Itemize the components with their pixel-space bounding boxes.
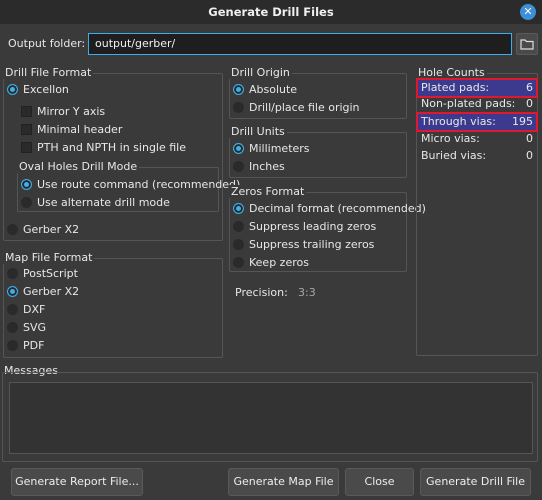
close-icon[interactable]: ✕ xyxy=(520,4,536,20)
mirror-y-label: Mirror Y axis xyxy=(37,104,106,118)
through-vias-row: Through vias: 195 xyxy=(416,112,538,132)
radio-indicator xyxy=(233,256,244,268)
map-dxf-radio[interactable]: DXF xyxy=(7,300,45,318)
radio-indicator xyxy=(21,196,32,208)
buried-vias-label: Buried vias: xyxy=(421,149,487,162)
radio-indicator xyxy=(233,238,244,250)
keep-zeros-label: Keep zeros xyxy=(249,255,309,269)
drill-file-format-group xyxy=(3,73,223,241)
map-postscript-label: PostScript xyxy=(23,266,78,280)
mirror-y-checkbox[interactable]: Mirror Y axis xyxy=(21,102,105,120)
absolute-origin-radio[interactable]: Absolute xyxy=(233,80,297,98)
buried-vias-row: Buried vias: 0 xyxy=(418,148,536,164)
pth-npth-checkbox[interactable]: PTH and NPTH in single file xyxy=(21,138,186,156)
pth-npth-label: PTH and NPTH in single file xyxy=(37,140,186,154)
map-svg-label: SVG xyxy=(23,320,47,334)
radio-indicator xyxy=(233,101,244,113)
precision-value: 3:3 xyxy=(298,286,316,299)
close-button[interactable]: Close xyxy=(345,468,414,496)
map-svg-radio[interactable]: SVG xyxy=(7,318,46,336)
route-command-label: Use route command (recommended) xyxy=(37,177,241,191)
output-folder-label: Output folder: xyxy=(8,37,86,50)
place-origin-label: Drill/place file origin xyxy=(249,100,360,114)
radio-indicator xyxy=(233,83,244,95)
plated-pads-label: Plated pads: xyxy=(421,81,490,94)
through-vias-value: 195 xyxy=(512,115,533,128)
radio-indicator xyxy=(7,223,18,235)
checkbox-indicator xyxy=(21,105,32,117)
excellon-radio[interactable]: Excellon xyxy=(7,80,69,98)
keep-zeros-radio[interactable]: Keep zeros xyxy=(233,253,309,271)
map-gerber-x2-radio[interactable]: Gerber X2 xyxy=(7,282,79,300)
suppress-leading-label: Suppress leading zeros xyxy=(249,219,377,233)
suppress-trailing-radio[interactable]: Suppress trailing zeros xyxy=(233,235,374,253)
plated-pads-value: 6 xyxy=(526,81,533,94)
minimal-header-checkbox[interactable]: Minimal header xyxy=(21,120,122,138)
precision-label: Precision: xyxy=(235,286,288,299)
micro-vias-row: Micro vias: 0 xyxy=(418,131,536,147)
radio-indicator xyxy=(7,83,18,95)
radio-indicator xyxy=(233,202,244,214)
radio-indicator xyxy=(233,142,244,154)
folder-icon xyxy=(520,39,534,50)
drill-file-format-title: Drill File Format xyxy=(3,66,94,79)
buried-vias-value: 0 xyxy=(526,149,533,162)
radio-indicator xyxy=(7,285,18,297)
drill-units-title: Drill Units xyxy=(229,125,287,138)
map-gerber-x2-label: Gerber X2 xyxy=(23,284,80,298)
map-pdf-label: PDF xyxy=(23,338,45,352)
alternate-drill-label: Use alternate drill mode xyxy=(37,195,170,209)
decimal-format-radio[interactable]: Decimal format (recommended) xyxy=(233,199,426,217)
through-vias-label: Through vias: xyxy=(421,115,496,128)
messages-panel[interactable] xyxy=(9,382,533,454)
generate-report-button[interactable]: Generate Report File... xyxy=(11,468,143,496)
non-plated-pads-label: Non-plated pads: xyxy=(421,97,516,110)
plated-pads-row: Plated pads: 6 xyxy=(416,78,538,98)
window-title: Generate Drill Files xyxy=(208,5,334,19)
radio-indicator xyxy=(7,339,18,351)
non-plated-pads-value: 0 xyxy=(526,97,533,110)
millimeters-radio[interactable]: Millimeters xyxy=(233,139,310,157)
generate-map-button[interactable]: Generate Map File xyxy=(228,468,339,496)
radio-indicator xyxy=(233,220,244,232)
decimal-format-label: Decimal format (recommended) xyxy=(249,201,426,215)
suppress-leading-radio[interactable]: Suppress leading zeros xyxy=(233,217,376,235)
suppress-trailing-label: Suppress trailing zeros xyxy=(249,237,375,251)
checkbox-indicator xyxy=(21,141,32,153)
map-dxf-label: DXF xyxy=(23,302,46,316)
route-command-radio[interactable]: Use route command (recommended) xyxy=(21,175,240,193)
browse-folder-button[interactable] xyxy=(516,33,538,55)
zeros-format-title: Zeros Format xyxy=(229,185,307,198)
radio-indicator xyxy=(7,321,18,333)
radio-indicator xyxy=(7,267,18,279)
map-file-format-title: Map File Format xyxy=(3,251,95,264)
non-plated-pads-row: Non-plated pads: 0 xyxy=(418,96,536,112)
inches-label: Inches xyxy=(249,159,285,173)
checkbox-indicator xyxy=(21,123,32,135)
gerber-x2-drill-radio[interactable]: Gerber X2 xyxy=(7,220,79,238)
radio-indicator xyxy=(7,303,18,315)
micro-vias-label: Micro vias: xyxy=(421,132,480,145)
oval-holes-title: Oval Holes Drill Mode xyxy=(17,160,140,173)
millimeters-label: Millimeters xyxy=(249,141,310,155)
alternate-drill-radio[interactable]: Use alternate drill mode xyxy=(21,193,170,211)
map-pdf-radio[interactable]: PDF xyxy=(7,336,44,354)
place-origin-radio[interactable]: Drill/place file origin xyxy=(233,98,360,116)
drill-origin-title: Drill Origin xyxy=(229,66,292,79)
generate-drill-button[interactable]: Generate Drill File xyxy=(420,468,531,496)
title-bar: Generate Drill Files xyxy=(0,0,542,24)
minimal-header-label: Minimal header xyxy=(37,122,123,136)
inches-radio[interactable]: Inches xyxy=(233,157,285,175)
output-folder-input[interactable]: output/gerber/ xyxy=(88,33,512,55)
map-postscript-radio[interactable]: PostScript xyxy=(7,264,78,282)
hole-counts-title: Hole Counts xyxy=(416,66,487,79)
gerber-x2-drill-label: Gerber X2 xyxy=(23,222,80,236)
absolute-origin-label: Absolute xyxy=(249,82,298,96)
radio-indicator xyxy=(233,160,244,172)
excellon-label: Excellon xyxy=(23,82,69,96)
radio-indicator xyxy=(21,178,32,190)
micro-vias-value: 0 xyxy=(526,132,533,145)
